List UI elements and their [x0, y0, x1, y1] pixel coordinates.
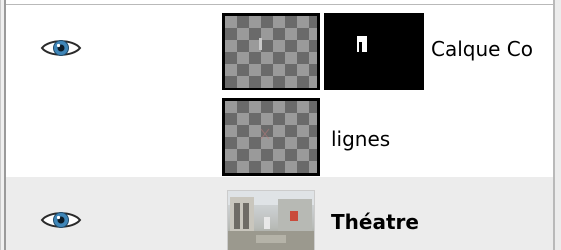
- eye-icon[interactable]: [40, 209, 82, 231]
- mask-shape: [357, 36, 367, 52]
- layer-row-lignes[interactable]: lignes: [6, 90, 553, 177]
- layer-row-calque-co[interactable]: Calque Co: [6, 5, 553, 91]
- layer-mask-thumbnail[interactable]: [324, 13, 424, 91]
- layer-thumbnail[interactable]: [222, 98, 320, 176]
- layer-photo-thumbnail[interactable]: [227, 190, 315, 250]
- layer-name: lignes: [331, 127, 391, 151]
- layer-name: Calque Co: [431, 37, 534, 61]
- panel-scroll-strip[interactable]: [555, 0, 561, 250]
- eye-icon[interactable]: [40, 37, 82, 59]
- layer-row-theatre[interactable]: Théatre: [6, 177, 553, 250]
- layer-thumbnail[interactable]: [222, 13, 320, 91]
- layers-panel: Calque Co lignes Théatre: [0, 0, 561, 250]
- layers-list: Calque Co lignes Théatre: [6, 5, 553, 250]
- layer-name: Théatre: [331, 210, 419, 234]
